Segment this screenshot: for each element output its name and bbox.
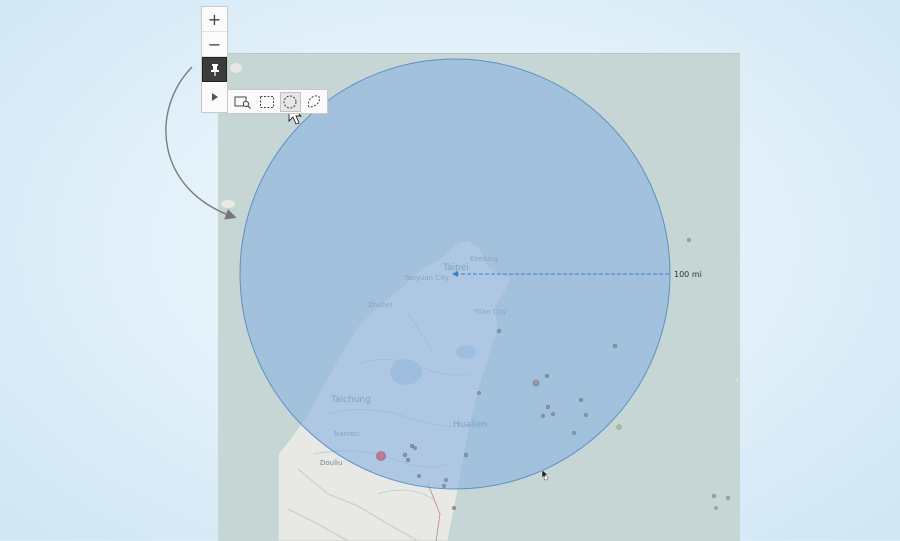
map-toolbar: + − bbox=[201, 6, 228, 113]
place-label-keelung: Keelung bbox=[470, 255, 499, 263]
place-label-douliu: Douliu bbox=[320, 459, 343, 467]
lasso-select-button[interactable] bbox=[303, 92, 325, 112]
radial-select-button[interactable] bbox=[279, 91, 302, 112]
play-icon bbox=[211, 93, 218, 101]
radial-select-icon bbox=[283, 95, 297, 108]
place-label-taichung: Taichung bbox=[331, 395, 371, 405]
lasso-select-icon bbox=[308, 94, 321, 108]
selection-tools-tray bbox=[227, 89, 328, 114]
place-label-hualien: Hualien bbox=[453, 420, 488, 430]
islet bbox=[221, 200, 235, 208]
zoom-out-button[interactable]: − bbox=[202, 32, 227, 57]
zoom-area-icon bbox=[234, 96, 251, 109]
radius-label: 100 mi bbox=[674, 270, 702, 279]
place-label-zhubei: Zhubei bbox=[368, 301, 393, 309]
expand-tools-button[interactable] bbox=[202, 82, 227, 112]
place-label-taipei: Taipei bbox=[443, 263, 469, 273]
rectangular-select-icon bbox=[259, 95, 274, 108]
rectangular-select-button[interactable] bbox=[256, 92, 278, 112]
pin-button[interactable] bbox=[202, 57, 227, 82]
islet bbox=[230, 63, 242, 73]
place-label-yilan: Yilan City bbox=[474, 308, 507, 316]
lake bbox=[390, 359, 422, 385]
zoom-in-button[interactable]: + bbox=[202, 7, 227, 32]
map-view[interactable] bbox=[218, 53, 740, 541]
map-basemap bbox=[221, 63, 512, 541]
place-label-nantou: Nantou bbox=[334, 430, 360, 438]
taiwan-landmass bbox=[277, 239, 512, 541]
lake bbox=[456, 345, 476, 359]
pin-icon bbox=[210, 63, 219, 76]
radial-zoom-select-button[interactable] bbox=[232, 92, 254, 112]
place-label-taoyuan: Taoyuan City bbox=[404, 274, 449, 282]
